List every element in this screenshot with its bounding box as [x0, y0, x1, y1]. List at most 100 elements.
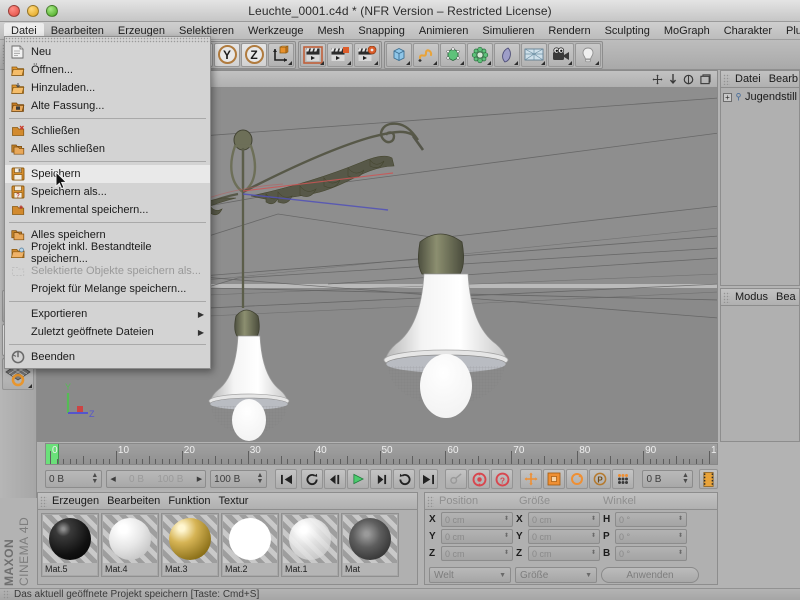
coordinate-position-field[interactable]: 0 cm ⬍: [441, 546, 513, 561]
menubar-item-mesh[interactable]: Mesh: [310, 23, 351, 39]
render-region-button[interactable]: [327, 42, 353, 67]
step-forward-button[interactable]: [370, 469, 393, 489]
menu-item-projekt-inkl-bestandteile-speichern[interactable]: Projekt inkl. Bestandteile speichern...: [5, 241, 210, 265]
menubar-item-sculpting[interactable]: Sculpting: [598, 23, 657, 39]
attribute-manager-menu-bearbeiten[interactable]: Bea: [773, 291, 799, 303]
material-menu-textur[interactable]: Textur: [216, 495, 252, 507]
coordinate-mode-select[interactable]: Größe ▼: [515, 567, 597, 583]
render-view-button[interactable]: [300, 42, 326, 67]
menu-item-alles-schließen[interactable]: Alles schließen: [5, 140, 210, 158]
add-cube-primitive-button[interactable]: [386, 42, 412, 67]
menubar-item-snapping[interactable]: Snapping: [351, 23, 412, 39]
menubar-item-werkzeuge[interactable]: Werkzeuge: [241, 23, 310, 39]
coordinate-size-field[interactable]: 0 cm ⬍: [528, 546, 600, 561]
add-scene-object-button[interactable]: [494, 42, 520, 67]
spinner-icon[interactable]: ⬍: [591, 533, 596, 539]
menu-item-speichern[interactable]: Speichern: [5, 165, 210, 183]
record-pla-button[interactable]: P: [589, 469, 612, 489]
add-light-button[interactable]: [575, 42, 601, 67]
coordinate-system-select[interactable]: Welt ▼: [429, 567, 511, 583]
next-key-button[interactable]: [393, 469, 416, 489]
timeline-preview-range-field[interactable]: ◀ 0 B 100 B ▶: [106, 470, 207, 488]
menubar-item-plug-ins[interactable]: Plug-ins: [779, 23, 800, 39]
material-swatch[interactable]: Mat.4: [101, 513, 159, 577]
coordinate-size-field[interactable]: 0 cm ⬍: [528, 512, 600, 527]
spinner-icon[interactable]: ⬍: [591, 516, 596, 522]
menu-item-inkremental-speichern[interactable]: Inkremental speichern...: [5, 201, 210, 219]
lock-z-axis-button[interactable]: Z: [241, 42, 267, 67]
expand-object-icon[interactable]: +: [723, 92, 732, 102]
material-swatch[interactable]: Mat.2: [221, 513, 279, 577]
add-deformer-button[interactable]: [467, 42, 493, 67]
coordinate-position-field[interactable]: 0 cm ⬍: [441, 529, 513, 544]
apply-button[interactable]: Anwenden: [601, 567, 699, 583]
maximize-view-icon[interactable]: [700, 73, 711, 85]
move-view-icon[interactable]: [652, 73, 663, 85]
object-manager-menubar[interactable]: Datei Bearb: [721, 71, 799, 88]
spinner-icon[interactable]: ⬍: [504, 516, 509, 522]
autokey-button[interactable]: [445, 469, 468, 489]
menu-item-öffnen[interactable]: Öffnen...: [5, 61, 210, 79]
object-manager-menu-datei[interactable]: Datei: [732, 73, 764, 85]
rotate-view-icon[interactable]: [683, 74, 694, 85]
previous-key-button[interactable]: [301, 469, 324, 489]
record-rotation-button[interactable]: [566, 469, 589, 489]
render-settings-button[interactable]: [354, 42, 380, 67]
material-swatch[interactable]: Mat.5: [41, 513, 99, 577]
spinner-icon[interactable]: ⬍: [678, 533, 683, 539]
go-to-start-button[interactable]: [275, 469, 298, 489]
timeline-end-field[interactable]: 100 B ▲ ▼: [210, 470, 268, 488]
timeline-start-field[interactable]: 0 B ▲ ▼: [45, 470, 103, 488]
timeline-ruler[interactable]: 0 10 20 30 40 50 60 70 80 90 100: [45, 443, 718, 465]
menu-item-speichern-als[interactable]: ? Speichern als...: [5, 183, 210, 201]
spinner-icon[interactable]: ⬍: [504, 550, 509, 556]
material-manager-menubar[interactable]: Erzeugen Bearbeiten Funktion Textur: [38, 493, 417, 510]
play-button[interactable]: [347, 469, 370, 489]
attribute-manager-menu-modus[interactable]: Modus: [732, 291, 771, 303]
material-menu-funktion[interactable]: Funktion: [165, 495, 213, 507]
spinner-icon[interactable]: ⬍: [678, 516, 683, 522]
world-object-coordinate-button[interactable]: [268, 42, 294, 67]
go-to-end-button[interactable]: [419, 469, 439, 489]
menubar-item-mograph[interactable]: MoGraph: [657, 23, 717, 39]
menu-item-projekt-für-melange-speichern[interactable]: Projekt für Melange speichern...: [5, 280, 210, 298]
coordinate-position-field[interactable]: 0 cm ⬍: [441, 512, 513, 527]
menu-item-hinzuladen[interactable]: Hinzuladen...: [5, 79, 210, 97]
menu-item-beenden[interactable]: Beenden: [5, 348, 210, 366]
add-generator-button[interactable]: [440, 42, 466, 67]
lock-y-axis-button[interactable]: Y: [214, 42, 240, 67]
record-parameter-button[interactable]: [612, 469, 635, 489]
file-dropdown-menu[interactable]: Neu Öffnen... Hinzuladen... Alte Fassung...…: [4, 36, 211, 369]
menubar-item-animieren[interactable]: Animieren: [412, 23, 476, 39]
step-back-button[interactable]: [324, 469, 347, 489]
material-swatch[interactable]: Mat: [341, 513, 399, 577]
menubar-item-rendern[interactable]: Rendern: [541, 23, 597, 39]
keyframe-selection-button[interactable]: ?: [491, 469, 514, 489]
record-position-button[interactable]: [520, 469, 543, 489]
object-manager-row[interactable]: + Jugendstill: [721, 88, 799, 106]
spinner-icon[interactable]: ⬍: [678, 550, 683, 556]
menu-item-schließen[interactable]: Schließen: [5, 122, 210, 140]
spinner-icon[interactable]: ⬍: [591, 550, 596, 556]
add-spline-button[interactable]: [413, 42, 439, 67]
menu-item-zuletzt-geöffnete-dateien[interactable]: Zuletzt geöffnete Dateien ▶: [5, 323, 210, 341]
material-swatch[interactable]: Mat.3: [161, 513, 219, 577]
material-menu-bearbeiten[interactable]: Bearbeiten: [104, 495, 163, 507]
add-environment-button[interactable]: [521, 42, 547, 67]
record-key-button[interactable]: [468, 469, 491, 489]
material-swatch[interactable]: Mat.1: [281, 513, 339, 577]
menu-item-neu[interactable]: Neu: [5, 43, 210, 61]
timeline-current-field[interactable]: 0 B ▲ ▼: [642, 470, 693, 488]
menu-item-exportieren[interactable]: Exportieren ▶: [5, 305, 210, 323]
attribute-manager-menubar[interactable]: Modus Bea: [721, 289, 799, 306]
add-camera-button[interactable]: [548, 42, 574, 67]
statusbar-grip[interactable]: [3, 590, 10, 599]
coordinate-size-field[interactable]: 0 cm ⬍: [528, 529, 600, 544]
menu-item-alte-fassung[interactable]: Alte Fassung...: [5, 97, 210, 115]
object-manager-menu-bearbeiten[interactable]: Bearb: [766, 73, 799, 85]
spinner-icon[interactable]: ⬍: [504, 533, 509, 539]
zoom-view-icon[interactable]: [669, 73, 677, 85]
menubar-item-simulieren[interactable]: Simulieren: [475, 23, 541, 39]
timeline-filmstrip-button[interactable]: [698, 469, 718, 489]
menubar-item-charakter[interactable]: Charakter: [717, 23, 779, 39]
